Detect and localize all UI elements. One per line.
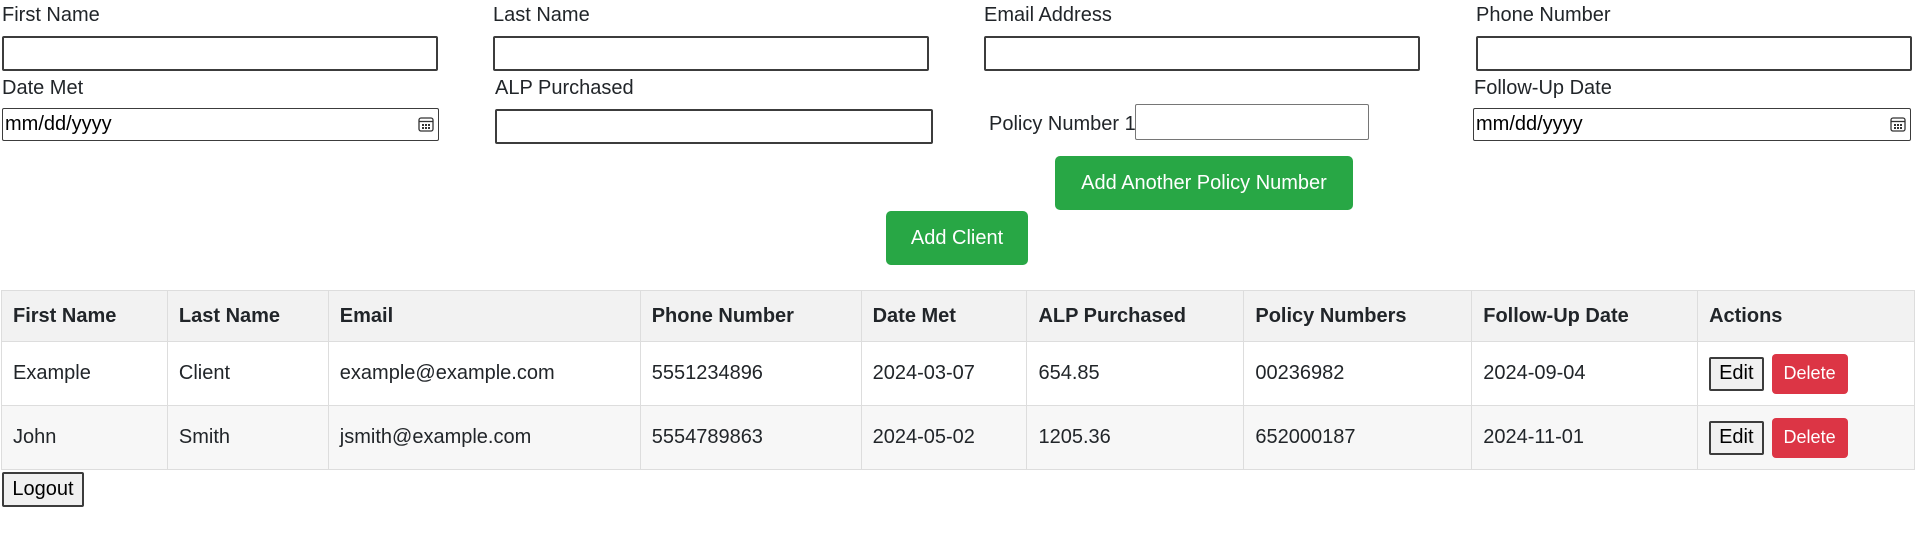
phone-label: Phone Number [1476, 4, 1611, 26]
date-met-input[interactable]: mm/dd/yyyy [2, 108, 439, 141]
delete-button[interactable]: Delete [1771, 417, 1848, 458]
date-met-label: Date Met [2, 77, 84, 99]
cell-date-met: 2024-05-02 [860, 405, 1028, 470]
email-input[interactable] [984, 36, 1420, 71]
date-met-value: mm/dd/yyyy [5, 113, 112, 135]
cell-policy-numbers: 652000187 [1243, 405, 1473, 470]
cell-alp: 654.85 [1026, 341, 1245, 406]
last-name-input[interactable] [493, 36, 929, 71]
cell-actions: Edit Delete [1697, 405, 1915, 470]
header-policy-numbers: Policy Numbers [1243, 290, 1473, 342]
header-first-name: First Name [1, 290, 168, 342]
cell-phone: 5554789863 [639, 405, 862, 470]
cell-phone: 5551234896 [639, 341, 862, 406]
followup-value: mm/dd/yyyy [1476, 113, 1583, 135]
cell-last-name: Smith [166, 405, 329, 470]
calendar-icon[interactable] [1890, 116, 1906, 132]
alp-label: ALP Purchased [495, 77, 634, 99]
cell-alp: 1205.36 [1026, 405, 1245, 470]
edit-button[interactable]: Edit [1709, 420, 1764, 455]
cell-email: example@example.com [327, 341, 641, 406]
phone-input[interactable] [1476, 36, 1912, 71]
policy-number-label: Policy Number 1 [989, 113, 1136, 135]
header-date-met: Date Met [860, 290, 1028, 342]
followup-label: Follow-Up Date [1474, 77, 1612, 99]
cell-policy-numbers: 00236982 [1243, 341, 1473, 406]
alp-input[interactable] [495, 109, 933, 144]
header-actions: Actions [1697, 290, 1915, 342]
first-name-input[interactable] [2, 36, 438, 71]
followup-input[interactable]: mm/dd/yyyy [1473, 108, 1911, 141]
table-row: John Smith jsmith@example.com 5554789863… [1, 405, 1915, 470]
cell-last-name: Client [166, 341, 329, 406]
header-phone: Phone Number [639, 290, 862, 342]
calendar-icon[interactable] [418, 116, 434, 132]
policy-number-input[interactable] [1135, 104, 1369, 140]
cell-followup: 2024-09-04 [1471, 341, 1699, 406]
logout-button[interactable]: Logout [2, 472, 84, 507]
table-header-row: First Name Last Name Email Phone Number … [1, 290, 1915, 342]
email-label: Email Address [984, 4, 1112, 26]
add-policy-number-button[interactable]: Add Another Policy Number [1055, 156, 1353, 210]
cell-actions: Edit Delete [1697, 341, 1915, 406]
header-followup: Follow-Up Date [1471, 290, 1699, 342]
cell-date-met: 2024-03-07 [860, 341, 1028, 406]
header-alp: ALP Purchased [1026, 290, 1245, 342]
edit-button[interactable]: Edit [1709, 356, 1764, 391]
add-client-button[interactable]: Add Client [886, 211, 1028, 265]
header-email: Email [327, 290, 641, 342]
first-name-label: First Name [2, 4, 100, 26]
cell-followup: 2024-11-01 [1471, 405, 1699, 470]
cell-first-name: Example [1, 341, 168, 406]
cell-email: jsmith@example.com [327, 405, 641, 470]
clients-table: First Name Last Name Email Phone Number … [1, 290, 1915, 470]
delete-button[interactable]: Delete [1771, 353, 1848, 394]
table-row: Example Client example@example.com 55512… [1, 341, 1915, 406]
last-name-label: Last Name [493, 4, 590, 26]
header-last-name: Last Name [166, 290, 329, 342]
cell-first-name: John [1, 405, 168, 470]
